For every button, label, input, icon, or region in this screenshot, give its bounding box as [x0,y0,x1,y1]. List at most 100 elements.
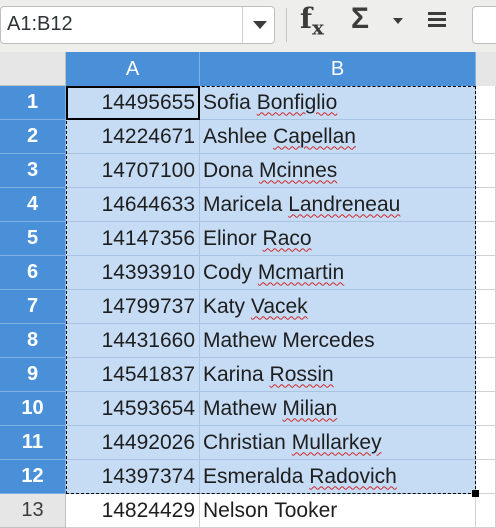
first-name: Elinor [203,226,257,250]
chevron-down-icon [393,18,403,41]
cell-id[interactable]: 14799737 [66,290,200,324]
cell-empty[interactable] [476,120,496,154]
first-name: Nelson [203,498,269,522]
cell-empty[interactable] [476,494,496,528]
cell-id[interactable]: 14644633 [66,188,200,222]
first-name: Karina [203,362,264,386]
cell-name[interactable]: Nelson Tooker [200,494,476,528]
cell-empty[interactable] [476,188,496,222]
row-header[interactable]: 2 [0,120,66,154]
select-all-corner[interactable] [0,52,66,86]
equals-icon[interactable] [428,12,446,27]
formula-toolbar: A1:B12 fx Σ [0,0,496,53]
cell-empty[interactable] [476,460,496,494]
cell-empty[interactable] [476,392,496,426]
cell-name[interactable]: Karina Rossin [200,358,476,392]
row-header[interactable]: 1 [0,86,66,120]
fill-handle[interactable] [472,490,479,497]
name-box-dropdown-button[interactable] [242,7,276,43]
cell-empty[interactable] [476,222,496,256]
row-header[interactable]: 12 [0,460,66,494]
fx-icon[interactable]: fx [300,2,324,40]
row-header[interactable]: 11 [0,426,66,460]
row-header[interactable]: 5 [0,222,66,256]
row-header[interactable]: 8 [0,324,66,358]
table-row: 7 14799737 Katy Vacek [0,290,496,324]
cell-name[interactable]: Christian Mullarkey [200,426,476,460]
cell-empty[interactable] [476,324,496,358]
table-row: 13 14824429 Nelson Tooker [0,494,496,528]
last-name: Bonfiglio [256,90,338,114]
cell-id[interactable]: 14224671 [66,120,200,154]
last-name: Rossin [269,362,334,386]
cell-id[interactable]: 14397374 [66,460,200,494]
cell-empty[interactable] [476,86,496,120]
cell-empty[interactable] [476,154,496,188]
cell-id[interactable]: 14492026 [66,426,200,460]
table-row: 3 14707100 Dona Mcinnes [0,154,496,188]
toolbar-separator [286,8,287,42]
cell-name[interactable]: Elinor Raco [200,222,476,256]
first-name: Christian [203,430,286,454]
last-name: Tooker [274,498,338,522]
cell-id[interactable]: 14824429 [66,494,200,528]
cell-name[interactable]: Mathew Mercedes [200,324,476,358]
cell-id[interactable]: 14495655 [66,86,200,120]
cell-name[interactable]: Ashlee Capellan [200,120,476,154]
cell-empty[interactable] [476,256,496,290]
row-header[interactable]: 13 [0,494,66,528]
cell-id[interactable]: 14393910 [66,256,200,290]
cell-id[interactable]: 14593654 [66,392,200,426]
last-name: Raco [262,226,312,250]
column-header-b[interactable]: B [200,52,476,86]
cell-name[interactable]: Cody Mcmartin [200,256,476,290]
cell-empty[interactable] [476,426,496,460]
row-header[interactable]: 6 [0,256,66,290]
last-name: Landreneau [288,192,401,216]
formula-input[interactable] [472,6,496,44]
cell-id[interactable]: 14431660 [66,324,200,358]
last-name: Mercedes [282,328,375,352]
table-row: 4 14644633 Maricela Landreneau [0,188,496,222]
cell-id[interactable]: 14541837 [66,358,200,392]
chevron-down-icon [252,21,267,29]
column-header-c[interactable] [476,52,496,86]
row-header[interactable]: 10 [0,392,66,426]
last-name: Vacek [250,294,308,318]
last-name: Mullarkey [291,430,382,454]
spreadsheet-grid: A B 1 14495655 Sofia Bonfiglio 2 14224671 Ash… [0,52,496,528]
table-row: 5 14147356 Elinor Raco [0,222,496,256]
cell-empty[interactable] [476,290,496,324]
row-header[interactable]: 4 [0,188,66,222]
first-name: Maricela [203,192,283,216]
column-header-a[interactable]: A [66,52,200,86]
cell-name[interactable]: Maricela Landreneau [200,188,476,222]
table-row: 10 14593654 Mathew Milian [0,392,496,426]
first-name: Sofia [203,90,251,114]
name-box[interactable]: A1:B12 [0,6,275,44]
first-name: Katy [203,294,246,318]
cell-name[interactable]: Dona Mcinnes [200,154,476,188]
row-header[interactable]: 9 [0,358,66,392]
cell-id[interactable]: 14147356 [66,222,200,256]
cell-name[interactable]: Mathew Milian [200,392,476,426]
last-name: Mcinnes [259,158,338,182]
sigma-icon[interactable]: Σ [351,2,369,36]
sum-dropdown-button[interactable] [393,18,403,42]
first-name: Mathew [203,328,277,352]
table-row: 6 14393910 Cody Mcmartin [0,256,496,290]
last-name: Mcmartin [257,260,345,284]
row-header[interactable]: 7 [0,290,66,324]
table-row: 8 14431660 Mathew Mercedes [0,324,496,358]
table-row: 12 14397374 Esmeralda Radovich [0,460,496,494]
cell-name[interactable]: Katy Vacek [200,290,476,324]
name-box-input[interactable]: A1:B12 [7,13,73,36]
first-name: Dona [203,158,254,182]
first-name: Ashlee [203,124,268,148]
cell-name[interactable]: Sofia Bonfiglio [200,86,476,120]
last-name: Milian [282,396,338,420]
cell-name[interactable]: Esmeralda Radovich [200,460,476,494]
row-header[interactable]: 3 [0,154,66,188]
cell-empty[interactable] [476,358,496,392]
cell-id[interactable]: 14707100 [66,154,200,188]
